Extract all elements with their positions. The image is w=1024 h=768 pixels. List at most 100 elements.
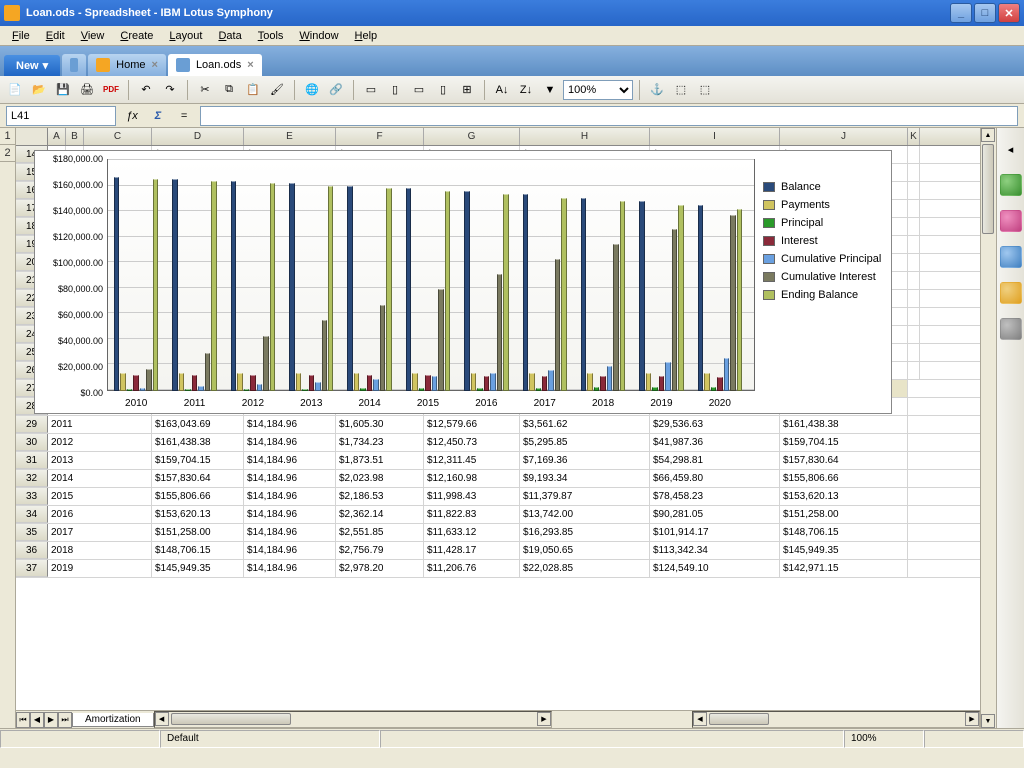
cell[interactable]: $14,184.96 [244, 452, 336, 469]
zoom-select[interactable]: 100% [563, 80, 633, 100]
cell[interactable]: $11,206.76 [424, 560, 520, 577]
cell[interactable]: $2,978.20 [336, 560, 424, 577]
cell[interactable]: $14,184.96 [244, 434, 336, 451]
cell[interactable]: $19,050.65 [520, 542, 650, 559]
cell[interactable]: $14,184.96 [244, 524, 336, 541]
cell[interactable]: $11,379.87 [520, 488, 650, 505]
cell[interactable]: $2,756.79 [336, 542, 424, 559]
cell[interactable] [908, 308, 920, 325]
link-button[interactable]: 🔗 [325, 79, 347, 101]
close-button[interactable]: ✕ [998, 3, 1020, 23]
cell[interactable]: $12,311.45 [424, 452, 520, 469]
col-header-E[interactable]: E [244, 128, 336, 145]
cell[interactable]: $153,620.13 [780, 488, 908, 505]
col-header-A[interactable]: A [48, 128, 66, 145]
cell[interactable]: $145,949.35 [152, 560, 244, 577]
cell[interactable]: $155,806.66 [152, 488, 244, 505]
cell[interactable]: $157,830.64 [152, 470, 244, 487]
cell[interactable]: 2012 [48, 434, 152, 451]
col-header-D[interactable]: D [152, 128, 244, 145]
row-header[interactable]: 33 [16, 488, 48, 505]
sheet-tab[interactable]: Amortization [72, 713, 154, 727]
group-button[interactable]: ⬚ [694, 79, 716, 101]
cell[interactable]: $3,561.62 [520, 416, 650, 433]
new-document-button[interactable]: New ▾ [4, 55, 60, 76]
cell[interactable] [908, 236, 920, 253]
row-header[interactable]: 34 [16, 506, 48, 523]
delete-row-button[interactable]: ▭ [408, 79, 430, 101]
outline-level-1[interactable]: 1 [0, 128, 15, 145]
sort-asc-button[interactable]: A↓ [491, 79, 513, 101]
cell[interactable]: $124,549.10 [650, 560, 780, 577]
tab-close-icon[interactable]: × [152, 59, 158, 71]
side-tool-properties[interactable] [1000, 174, 1022, 196]
next-sheet-button[interactable]: ▶ [44, 712, 58, 728]
col-header-G[interactable]: G [424, 128, 520, 145]
cell[interactable]: $2,186.53 [336, 488, 424, 505]
cell[interactable]: $161,438.38 [152, 434, 244, 451]
menu-window[interactable]: Window [291, 28, 346, 44]
cell[interactable]: $12,160.98 [424, 470, 520, 487]
prev-sheet-button[interactable]: ◀ [30, 712, 44, 728]
cell[interactable]: $148,706.15 [152, 542, 244, 559]
last-sheet-button[interactable]: ⏭ [58, 712, 72, 728]
delete-col-button[interactable]: ▯ [432, 79, 454, 101]
cell[interactable] [908, 218, 920, 235]
row-header[interactable]: 30 [16, 434, 48, 451]
pdf-button[interactable]: PDF [100, 79, 122, 101]
cell[interactable]: $14,184.96 [244, 506, 336, 523]
copy-button[interactable]: ⧉ [218, 79, 240, 101]
cell[interactable]: $145,949.35 [780, 542, 908, 559]
cell[interactable]: $13,742.00 [520, 506, 650, 523]
cell[interactable]: $7,169.36 [520, 452, 650, 469]
cell[interactable]: 2017 [48, 524, 152, 541]
arrange-button[interactable]: ⬚ [670, 79, 692, 101]
thumbnails-button[interactable] [62, 54, 86, 76]
scroll-thumb[interactable] [171, 713, 291, 725]
select-all-corner[interactable] [16, 128, 48, 145]
cell[interactable] [908, 164, 920, 181]
cells-area[interactable]: $0.00$20,000.00$40,000.00$60,000.00$80,0… [16, 146, 980, 710]
cell[interactable]: $22,028.85 [520, 560, 650, 577]
cell[interactable]: 2016 [48, 506, 152, 523]
cell[interactable]: 2014 [48, 470, 152, 487]
cell[interactable]: 2011 [48, 416, 152, 433]
cell[interactable]: $151,258.00 [152, 524, 244, 541]
cell[interactable]: $29,536.63 [650, 416, 780, 433]
outline-level-2[interactable]: 2 [0, 145, 15, 162]
menu-help[interactable]: Help [347, 28, 386, 44]
scroll-left-button[interactable]: ◀ [693, 712, 707, 726]
first-sheet-button[interactable]: ⏮ [16, 712, 30, 728]
row-header[interactable]: 37 [16, 560, 48, 577]
cell[interactable]: $2,551.85 [336, 524, 424, 541]
cell[interactable]: $78,458.23 [650, 488, 780, 505]
menu-data[interactable]: Data [210, 28, 249, 44]
scroll-down-button[interactable]: ▼ [981, 714, 995, 728]
merge-button[interactable]: ⊞ [456, 79, 478, 101]
menu-create[interactable]: Create [112, 28, 161, 44]
cell[interactable]: $157,830.64 [780, 452, 908, 469]
scroll-right-button[interactable]: ▶ [965, 712, 979, 726]
row-header[interactable]: 35 [16, 524, 48, 541]
cell[interactable]: $1,873.51 [336, 452, 424, 469]
paste-button[interactable]: 📋 [242, 79, 264, 101]
tab-loan[interactable]: Loan.ods × [168, 54, 262, 76]
cell[interactable]: $14,184.96 [244, 560, 336, 577]
cell[interactable] [908, 290, 920, 307]
cell[interactable]: $14,184.96 [244, 488, 336, 505]
tab-close-icon[interactable]: × [247, 59, 253, 71]
scroll-left-button[interactable]: ◀ [155, 712, 169, 726]
format-paint-button[interactable]: 🖌 [266, 79, 288, 101]
cell[interactable]: $163,043.69 [152, 416, 244, 433]
side-tool-functions[interactable] [1000, 318, 1022, 340]
cell[interactable]: $101,914.17 [650, 524, 780, 541]
cell[interactable] [908, 146, 920, 163]
sort-desc-button[interactable]: Z↓ [515, 79, 537, 101]
cell[interactable]: $12,579.66 [424, 416, 520, 433]
cell[interactable]: $66,459.80 [650, 470, 780, 487]
cell[interactable]: $155,806.66 [780, 470, 908, 487]
cut-button[interactable]: ✂ [194, 79, 216, 101]
horizontal-scrollbar[interactable]: ◀ ▶ [154, 711, 552, 728]
horizontal-scrollbar-2[interactable]: ◀ ▶ [692, 711, 980, 728]
cell[interactable] [908, 326, 920, 343]
